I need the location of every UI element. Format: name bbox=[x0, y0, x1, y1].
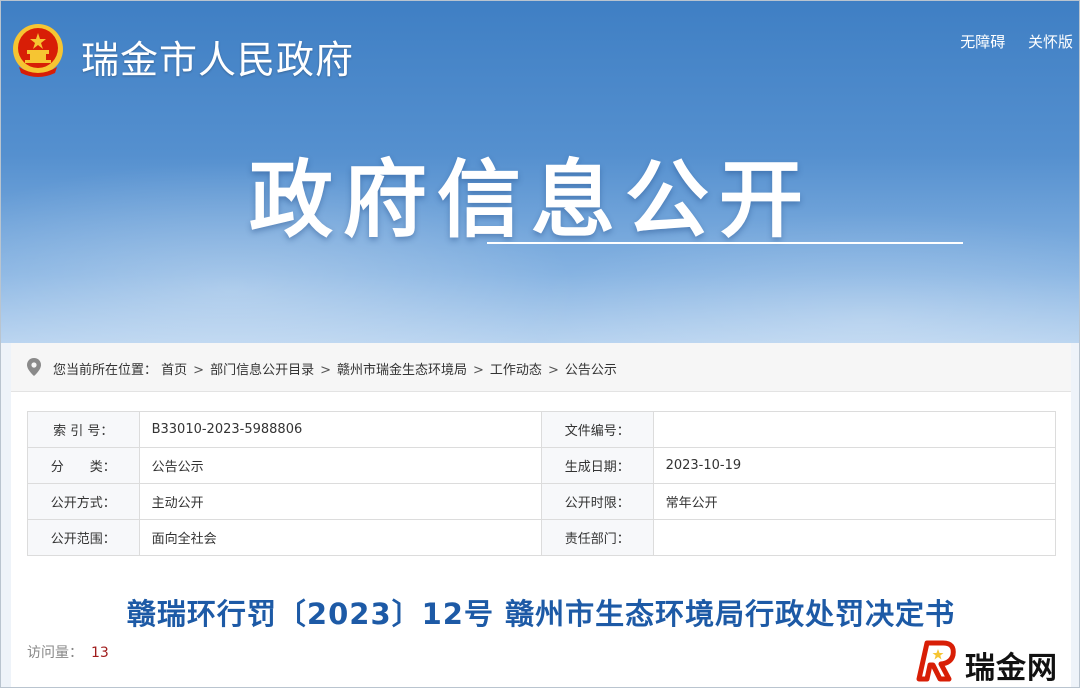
responsible-department-label: 责任部门： bbox=[540, 519, 654, 556]
location-pin-icon bbox=[27, 358, 41, 376]
table-row: 公开方式： 主动公开 公开时限： 常年公开 bbox=[27, 483, 1057, 520]
index-number-value: B33010-2023-5988806 bbox=[138, 411, 542, 448]
content-panel: 您当前所在位置： 首页 > 部门信息公开目录 > 赣州市瑞金生态环境局 > 工作动态 > 公告公… bbox=[11, 343, 1071, 687]
generated-date-value: 2023-10-19 bbox=[652, 447, 1057, 484]
national-emblem-icon[interactable] bbox=[9, 21, 67, 81]
category-label: 分 类： bbox=[27, 447, 140, 484]
generated-date-label: 生成日期： bbox=[540, 447, 654, 484]
file-number-value bbox=[652, 411, 1057, 448]
visit-count: 访问量： 13 bbox=[27, 642, 109, 662]
breadcrumb-separator: > bbox=[193, 363, 205, 378]
watermark: 瑞金网 bbox=[913, 637, 1073, 686]
breadcrumb-item-bureau[interactable]: 赣州市瑞金生态环境局 bbox=[337, 363, 467, 378]
breadcrumb-prefix: 您当前所在位置： bbox=[53, 363, 158, 378]
watermark-text: 瑞金网 bbox=[965, 651, 1058, 686]
page-frame: 瑞金市人民政府 无障碍 关怀版 政府信息公开 您当前所在位置： 首页 > 部门信息公… bbox=[0, 0, 1080, 688]
breadcrumb-item-home[interactable]: 首页 bbox=[161, 363, 187, 378]
table-row: 公开范围： 面向全社会 责任部门： bbox=[27, 519, 1057, 556]
responsible-department-value bbox=[652, 519, 1057, 556]
hero-underline bbox=[487, 242, 963, 244]
watermark-logo-icon bbox=[916, 640, 956, 682]
site-title[interactable]: 瑞金市人民政府 bbox=[81, 29, 354, 84]
disclosure-period-value: 常年公开 bbox=[652, 483, 1057, 520]
breadcrumb: 您当前所在位置： 首页 > 部门信息公开目录 > 赣州市瑞金生态环境局 > 工作动态 > 公告公… bbox=[11, 343, 1071, 392]
breadcrumb-item-notices[interactable]: 公告公示 bbox=[565, 363, 617, 378]
disclosure-scope-value: 面向全社会 bbox=[138, 519, 542, 556]
table-row: 分 类： 公告公示 生成日期： 2023-10-19 bbox=[27, 447, 1057, 484]
document-title: 赣瑞环行罚〔2023〕12号 赣州市生态环境局行政处罚决定书 bbox=[126, 597, 956, 631]
accessibility-link[interactable]: 无障碍 bbox=[960, 33, 1005, 51]
disclosure-method-value: 主动公开 bbox=[138, 483, 542, 520]
breadcrumb-separator: > bbox=[473, 363, 484, 378]
breadcrumb-trail: 您当前所在位置： 首页 > 部门信息公开目录 > 赣州市瑞金生态环境局 > 工作动态 > 公告公… bbox=[53, 359, 617, 378]
disclosure-period-label: 公开时限： bbox=[540, 483, 654, 520]
top-links: 无障碍 关怀版 bbox=[942, 31, 1073, 52]
file-number-label: 文件编号： bbox=[540, 411, 654, 448]
breadcrumb-separator: > bbox=[320, 363, 331, 378]
table-row: 索 引 号： B33010-2023-5988806 文件编号： bbox=[27, 411, 1057, 448]
category-value: 公告公示 bbox=[138, 447, 542, 484]
disclosure-method-label: 公开方式： bbox=[27, 483, 140, 520]
breadcrumb-item-catalog[interactable]: 部门信息公开目录 bbox=[210, 363, 314, 378]
hero-title: 政府信息公开 bbox=[249, 151, 814, 249]
visit-count-value: 13 bbox=[91, 645, 109, 661]
elderly-mode-link[interactable]: 关怀版 bbox=[1028, 33, 1073, 51]
header-banner: 瑞金市人民政府 无障碍 关怀版 政府信息公开 bbox=[1, 1, 1079, 343]
visit-count-label: 访问量： bbox=[27, 645, 83, 661]
document-metadata-table: 索 引 号： B33010-2023-5988806 文件编号： 分 类： 公告… bbox=[27, 411, 1057, 556]
breadcrumb-item-work-news[interactable]: 工作动态 bbox=[490, 363, 542, 378]
breadcrumb-separator: > bbox=[547, 363, 559, 378]
disclosure-scope-label: 公开范围： bbox=[27, 519, 140, 556]
index-number-label: 索 引 号： bbox=[27, 411, 140, 448]
